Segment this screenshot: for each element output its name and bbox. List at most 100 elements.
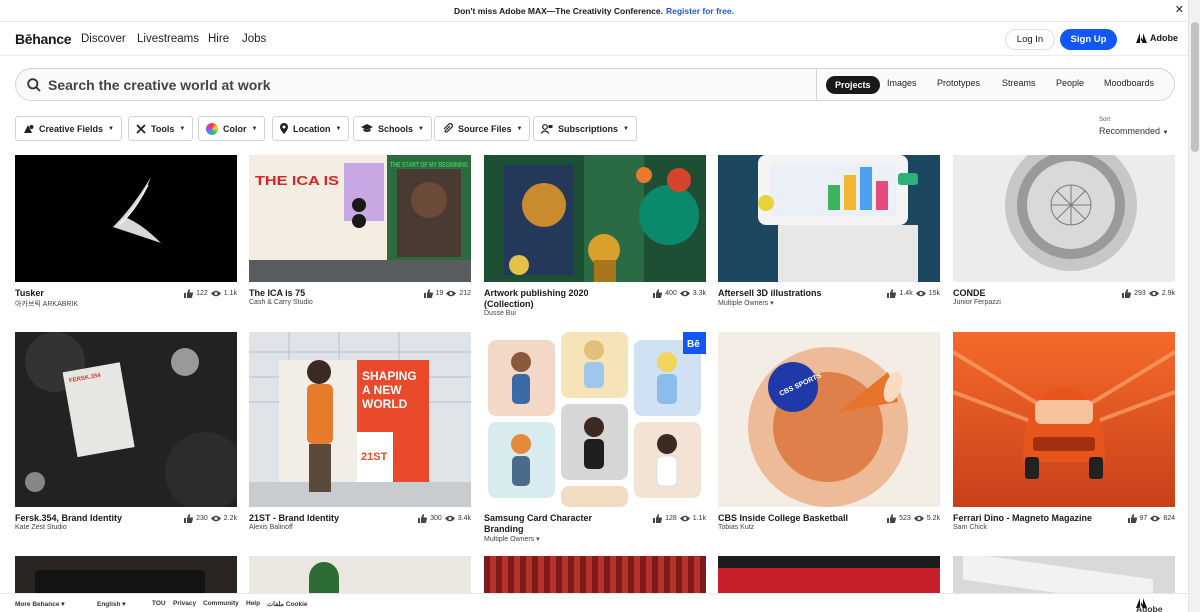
project-card[interactable]: Ferrari Dino - Magneto Magazine Sam Chic… <box>953 332 1175 532</box>
project-thumbnail[interactable]: FERSK.354 <box>15 332 237 507</box>
project-thumbnail[interactable] <box>249 556 471 593</box>
project-thumbnail[interactable]: CBS SPORTS <box>718 332 940 507</box>
project-owner[interactable]: Dusse Bui <box>484 310 516 317</box>
filter-creative-fields[interactable]: Creative Fields ▼ <box>15 116 122 141</box>
filter-tools[interactable]: Tools ▼ <box>128 116 194 141</box>
signup-button[interactable]: Sign Up <box>1060 29 1117 50</box>
footer-adobe-label: Adobe <box>1136 604 1163 612</box>
eye-icon <box>210 515 221 522</box>
project-title[interactable]: 21ST - Brand Identity <box>249 513 339 524</box>
project-title[interactable]: CBS Inside College Basketball <box>718 513 848 524</box>
ferrari-artwork <box>953 332 1175 507</box>
chevron-down-icon: ▼ <box>251 125 258 132</box>
filter-location[interactable]: Location ▼ <box>272 116 350 141</box>
search-divider <box>816 69 817 100</box>
footer-cookie[interactable]: ملفات Cookie <box>267 600 308 608</box>
project-thumbnail[interactable] <box>484 556 706 593</box>
tab-moodboards[interactable]: Moodboards <box>1104 78 1154 88</box>
project-card[interactable]: Artwork publishing 2020 (Collection) Dus… <box>484 155 706 325</box>
footer-community[interactable]: Community <box>203 600 239 607</box>
project-owner[interactable]: Sam Chick <box>953 524 987 531</box>
project-thumbnail[interactable]: Bē <box>484 332 706 507</box>
filter-label: Location <box>293 123 331 134</box>
project-thumbnail[interactable] <box>953 556 1175 593</box>
eye-icon <box>679 515 690 522</box>
sort-dropdown[interactable]: Sort Recommended ▼ <box>1099 117 1169 136</box>
project-thumbnail[interactable] <box>484 155 706 282</box>
project-title[interactable]: Ferrari Dino - Magneto Magazine <box>953 513 1092 524</box>
project-title[interactable]: The ICA is 75 <box>249 288 305 299</box>
ica-poster-slogan: THE START OF MY BEGINNING <box>390 162 468 169</box>
project-title[interactable]: Fersk.354, Brand Identity <box>15 513 122 524</box>
behance-logo[interactable]: Bēhance <box>15 31 72 47</box>
project-title[interactable]: Tusker <box>15 288 44 299</box>
project-thumbnail[interactable] <box>953 155 1175 282</box>
footer-language[interactable]: English ▾ <box>97 600 126 608</box>
project-thumbnail[interactable]: THE ICA IS THE START OF MY BEGINNING <box>249 155 471 282</box>
project-owner[interactable]: Tobias Kutz <box>718 524 754 531</box>
project-stats: 19 212 <box>423 289 471 298</box>
tab-streams[interactable]: Streams <box>1002 78 1036 88</box>
filter-label: Color <box>223 123 247 134</box>
scrollbar[interactable] <box>1188 0 1200 612</box>
project-thumbnail[interactable] <box>953 332 1175 507</box>
nav-hire[interactable]: Hire <box>208 33 229 45</box>
project-card[interactable]: Bē Samsung Card Character Branding Multi… <box>484 332 706 547</box>
laptop-shape <box>35 570 205 593</box>
filter-source-files[interactable]: Source Files ▼ <box>434 116 531 141</box>
footer-tou[interactable]: TOU <box>152 600 166 607</box>
eye-icon <box>210 290 221 297</box>
adobe-link[interactable]: Adobe <box>1136 33 1178 43</box>
project-card[interactable]: CBS SPORTS CBS Inside College Basketball… <box>718 332 940 532</box>
footer-help[interactable]: Help <box>246 600 260 607</box>
project-card[interactable]: CONDE Junior Ferpazzi 293 2.9k <box>953 155 1175 315</box>
footer-more-behance[interactable]: More Behance ▾ <box>15 600 65 608</box>
tab-projects[interactable]: Projects <box>826 76 880 94</box>
project-title[interactable]: Artwork publishing 2020 (Collection) <box>484 288 634 310</box>
project-owner[interactable]: 아카브릭 ARKABRIK <box>15 299 78 309</box>
filter-subscriptions[interactable]: Subscriptions ▼ <box>533 116 637 141</box>
project-title[interactable]: Aftersell 3D illustrations <box>718 288 822 299</box>
project-title[interactable]: Samsung Card Character Branding <box>484 513 624 535</box>
nav-jobs[interactable]: Jobs <box>242 33 266 45</box>
project-owner[interactable]: Alexis Balinoff <box>249 524 293 531</box>
billboard-artwork: SHAPING A NEW WORLD 21ST <box>249 332 471 507</box>
color-wheel-icon <box>206 122 218 135</box>
project-owner[interactable]: Junior Ferpazzi <box>953 299 1001 306</box>
tab-people[interactable]: People <box>1056 78 1084 88</box>
project-owner[interactable]: Multiple Owners ▾ <box>718 299 774 307</box>
nav-discover[interactable]: Discover <box>81 33 126 45</box>
filter-label: Subscriptions <box>558 123 619 134</box>
login-button[interactable]: Log In <box>1005 29 1055 50</box>
project-card[interactable]: Tusker 아카브릭 ARKABRIK 122 1.1k <box>15 155 237 315</box>
project-card[interactable]: FERSK.354 Fersk.354, Brand Identity Kate… <box>15 332 237 532</box>
project-card[interactable]: Aftersell 3D illustrations Multiple Owne… <box>718 155 940 315</box>
project-stats: 122 1.1k <box>184 289 237 298</box>
register-link[interactable]: Register for free. <box>666 6 734 16</box>
footer-privacy[interactable]: Privacy <box>173 600 196 607</box>
project-owner[interactable]: Kate Zest Studio <box>15 524 67 531</box>
tab-images[interactable]: Images <box>887 78 917 88</box>
close-icon[interactable]: ✕ <box>1175 3 1184 16</box>
project-thumbnail[interactable]: SHAPING A NEW WORLD 21ST <box>249 332 471 507</box>
project-stats: 523 5.2k <box>887 514 940 523</box>
project-card[interactable]: THE ICA IS THE START OF MY BEGINNING The… <box>249 155 471 315</box>
nav-livestreams[interactable]: Livestreams <box>137 33 199 45</box>
scrollbar-thumb[interactable] <box>1191 22 1199 152</box>
tab-prototypes[interactable]: Prototypes <box>937 78 980 88</box>
project-card[interactable]: SHAPING A NEW WORLD 21ST 21ST - Brand Id… <box>249 332 471 532</box>
project-thumbnail[interactable] <box>718 556 940 593</box>
painting-artwork <box>484 155 706 282</box>
project-thumbnail[interactable] <box>15 556 237 593</box>
chevron-down-icon: ▼ <box>418 125 424 132</box>
project-title[interactable]: CONDE <box>953 288 986 299</box>
project-thumbnail[interactable] <box>15 155 237 282</box>
filter-color[interactable]: Color ▼ <box>198 116 266 141</box>
search-input[interactable] <box>48 74 748 96</box>
project-owner[interactable]: Cash & Carry Studio <box>249 299 313 306</box>
view-count: 3.3k <box>692 290 706 297</box>
project-thumbnail[interactable] <box>718 155 940 282</box>
project-owner[interactable]: Multiple Owners ▾ <box>484 535 540 543</box>
footer-adobe[interactable]: Adobe <box>1136 598 1162 612</box>
filter-schools[interactable]: Schools ▼ <box>353 116 432 141</box>
